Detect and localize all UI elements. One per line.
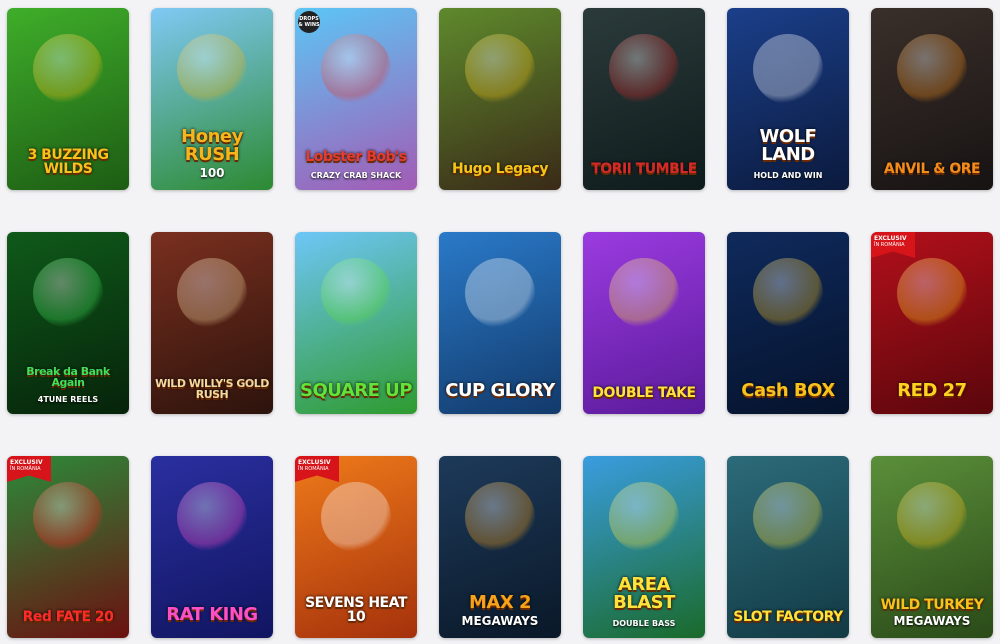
game-tile[interactable]: CUP GLORY (439, 232, 561, 414)
game-tile[interactable]: MAX 2 MEGAWAYS (439, 456, 561, 638)
character-illustration (177, 34, 247, 104)
character-illustration (321, 258, 391, 328)
game-subtitle: MEGAWAYS (893, 614, 971, 628)
game-tile[interactable]: WILD TURKEY MEGAWAYS (871, 456, 993, 638)
game-subtitle: 100 (199, 166, 225, 180)
character-illustration (321, 482, 391, 552)
game-tile[interactable]: Cash BOX (727, 232, 849, 414)
badge-sublabel: ÎN ROMÂNIA (298, 466, 329, 472)
character-illustration (177, 258, 247, 328)
drops-and-wins-badge: DROPS & WINS (298, 11, 320, 33)
game-tile[interactable]: Hugo Legacy (439, 8, 561, 190)
game-title: Red FATE 20 (22, 609, 114, 625)
game-title: SLOT FACTORY (733, 609, 843, 625)
character-illustration (609, 482, 679, 552)
character-illustration (33, 482, 103, 552)
game-tile[interactable]: Red FATE 20 EXCLUSIV ÎN ROMÂNIA (7, 456, 129, 638)
game-title: CUP GLORY (445, 380, 555, 401)
game-subtitle: HOLD AND WIN (753, 171, 823, 180)
character-illustration (897, 34, 967, 104)
game-tile[interactable]: RAT KING (151, 456, 273, 638)
game-title: Cash BOX (741, 380, 835, 401)
game-title: RAT KING (166, 604, 258, 625)
game-tile[interactable]: Break da Bank Again 4TUNE REELS (7, 232, 129, 414)
character-illustration (753, 34, 823, 104)
game-tile[interactable]: WILD WILLY'S GOLD RUSH (151, 232, 273, 414)
badge-label: EXCLUSIV (10, 459, 43, 466)
game-tile[interactable]: WOLF LAND HOLD AND WIN (727, 8, 849, 190)
character-illustration (33, 258, 103, 328)
character-illustration (609, 34, 679, 104)
game-subtitle: MEGAWAYS (461, 614, 539, 628)
game-tile[interactable]: SEVENS HEAT 10 EXCLUSIV ÎN ROMÂNIA (295, 456, 417, 638)
badge-sublabel: ÎN ROMÂNIA (10, 466, 41, 472)
character-illustration (897, 258, 967, 328)
game-title: WOLF LAND (759, 126, 817, 165)
game-tile[interactable]: SQUARE UP (295, 232, 417, 414)
character-illustration (465, 482, 535, 552)
game-title: WILD TURKEY (880, 597, 984, 613)
game-subtitle: CRAZY CRAB SHACK (310, 171, 402, 180)
badge-sublabel: ÎN ROMÂNIA (874, 242, 905, 248)
game-title: Hugo Legacy (451, 161, 549, 177)
badge-label: EXCLUSIV (874, 235, 907, 242)
badge-label: EXCLUSIV (298, 459, 331, 466)
game-title: TORII TUMBLE (591, 161, 697, 177)
character-illustration (33, 34, 103, 104)
games-grid: 3 BUZZING WILDS Honey RUSH 100 Lobster Bob'… (0, 0, 1000, 644)
game-tile[interactable]: Honey RUSH 100 (151, 8, 273, 190)
game-subtitle: 4TUNE REELS (37, 395, 99, 404)
game-title: Break da Bank Again (26, 365, 110, 389)
game-tile[interactable]: DOUBLE TAKE (583, 232, 705, 414)
game-title: ANVIL & ORE (883, 161, 981, 177)
game-title: AREA BLAST (613, 574, 675, 613)
character-illustration (753, 482, 823, 552)
game-title: MAX 2 (468, 592, 532, 613)
game-title: SQUARE UP (300, 380, 413, 401)
game-tile[interactable]: ANVIL & ORE (871, 8, 993, 190)
game-tile[interactable]: TORII TUMBLE (583, 8, 705, 190)
character-illustration (321, 34, 391, 104)
game-tile[interactable]: SLOT FACTORY (727, 456, 849, 638)
game-title: RED 27 (897, 380, 967, 401)
character-illustration (177, 482, 247, 552)
game-title: Honey RUSH (181, 126, 243, 165)
game-tile[interactable]: 3 BUZZING WILDS (7, 8, 129, 190)
game-tile[interactable]: Lobster Bob's CRAZY CRAB SHACK DROPS & WIN… (295, 8, 417, 190)
game-tile[interactable]: AREA BLAST DOUBLE BASS (583, 456, 705, 638)
game-title: Lobster Bob's (305, 149, 407, 165)
game-title: WILD WILLY'S GOLD RUSH (155, 377, 269, 401)
character-illustration (753, 258, 823, 328)
game-title: DOUBLE TAKE (592, 385, 696, 401)
game-tile[interactable]: RED 27 EXCLUSIV ÎN ROMÂNIA (871, 232, 993, 414)
character-illustration (465, 258, 535, 328)
game-title: SEVENS HEAT 10 (305, 595, 407, 625)
game-title: 3 BUZZING WILDS (27, 147, 109, 177)
character-illustration (465, 34, 535, 104)
character-illustration (897, 482, 967, 552)
character-illustration (609, 258, 679, 328)
game-subtitle: DOUBLE BASS (612, 619, 676, 628)
